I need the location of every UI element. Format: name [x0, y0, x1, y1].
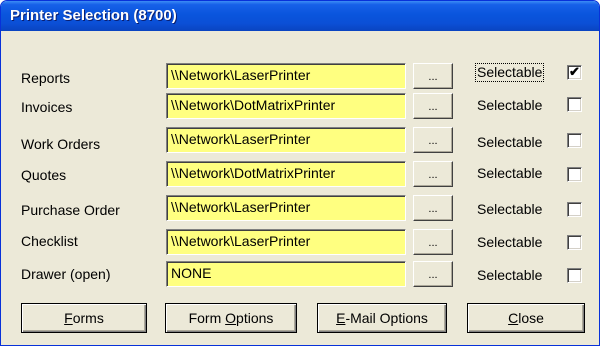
printer-path-field-quotes[interactable]: \\Network\DotMatrixPrinter	[166, 161, 406, 187]
email-options-label-rest: -Mail Options	[345, 310, 428, 326]
close-button[interactable]: Close	[467, 303, 585, 333]
title-bar[interactable]: Printer Selection (8700)	[1, 1, 599, 31]
printer-path-field-purchase-order[interactable]: \\Network\LaserPrinter	[166, 195, 406, 221]
row-label-invoices: Invoices	[21, 99, 73, 115]
row-label-purchase-order: Purchase Order	[21, 202, 120, 218]
printer-path-field-checklist[interactable]: \\Network\LaserPrinter	[166, 229, 406, 255]
browse-button-reports[interactable]: ...	[413, 63, 453, 89]
browse-button-quotes[interactable]: ...	[413, 161, 453, 187]
printer-selection-dialog: Printer Selection (8700) Reports \\Netwo…	[0, 0, 600, 346]
forms-button[interactable]: Forms	[21, 303, 147, 333]
printer-path-field-invoices[interactable]: \\Network\DotMatrixPrinter	[166, 93, 406, 119]
selectable-label-invoices[interactable]: Selectable	[476, 97, 543, 114]
selectable-checkbox-work-orders[interactable]	[567, 133, 582, 148]
close-label-rest: lose	[518, 310, 544, 326]
selectable-label-purchase-order[interactable]: Selectable	[476, 201, 543, 218]
selectable-label-quotes[interactable]: Selectable	[476, 165, 543, 182]
browse-button-purchase-order[interactable]: ...	[413, 195, 453, 221]
row-label-drawer-open: Drawer (open)	[21, 266, 111, 282]
selectable-checkbox-reports[interactable]: ✔	[567, 65, 582, 80]
row-label-work-orders: Work Orders	[21, 136, 101, 152]
form-options-label-start: Form	[188, 310, 226, 326]
selectable-label-checklist[interactable]: Selectable	[476, 234, 543, 251]
selectable-label-reports[interactable]: Selectable	[474, 63, 545, 82]
selectable-checkbox-checklist[interactable]	[567, 235, 582, 250]
close-mnemonic: C	[508, 310, 519, 326]
row-label-quotes: Quotes	[21, 167, 67, 183]
browse-button-checklist[interactable]: ...	[413, 229, 453, 255]
forms-label-rest: orms	[72, 310, 104, 326]
selectable-checkbox-drawer-open[interactable]	[567, 268, 582, 283]
printer-path-field-work-orders[interactable]: \\Network\LaserPrinter	[166, 127, 406, 153]
email-options-button[interactable]: E-Mail Options	[317, 303, 447, 333]
printer-path-field-drawer-open[interactable]: NONE	[166, 261, 406, 287]
form-options-mnemonic: O	[225, 310, 237, 326]
selectable-label-work-orders[interactable]: Selectable	[476, 134, 543, 151]
form-options-label-rest: ptions	[236, 310, 274, 326]
window-title: Printer Selection (8700)	[10, 7, 177, 24]
form-options-button[interactable]: Form Options	[165, 303, 297, 333]
printer-path-field-reports[interactable]: \\Network\LaserPrinter	[166, 63, 406, 89]
selectable-checkbox-purchase-order[interactable]	[567, 202, 582, 217]
row-label-checklist: Checklist	[21, 233, 78, 249]
selectable-checkbox-quotes[interactable]	[567, 167, 582, 182]
row-label-reports: Reports	[21, 70, 71, 86]
browse-button-invoices[interactable]: ...	[413, 93, 453, 119]
browse-button-work-orders[interactable]: ...	[413, 127, 453, 153]
selectable-checkbox-invoices[interactable]	[567, 97, 582, 112]
forms-mnemonic: F	[64, 310, 73, 326]
browse-button-drawer-open[interactable]: ...	[413, 261, 453, 287]
selectable-label-drawer-open[interactable]: Selectable	[476, 267, 543, 284]
